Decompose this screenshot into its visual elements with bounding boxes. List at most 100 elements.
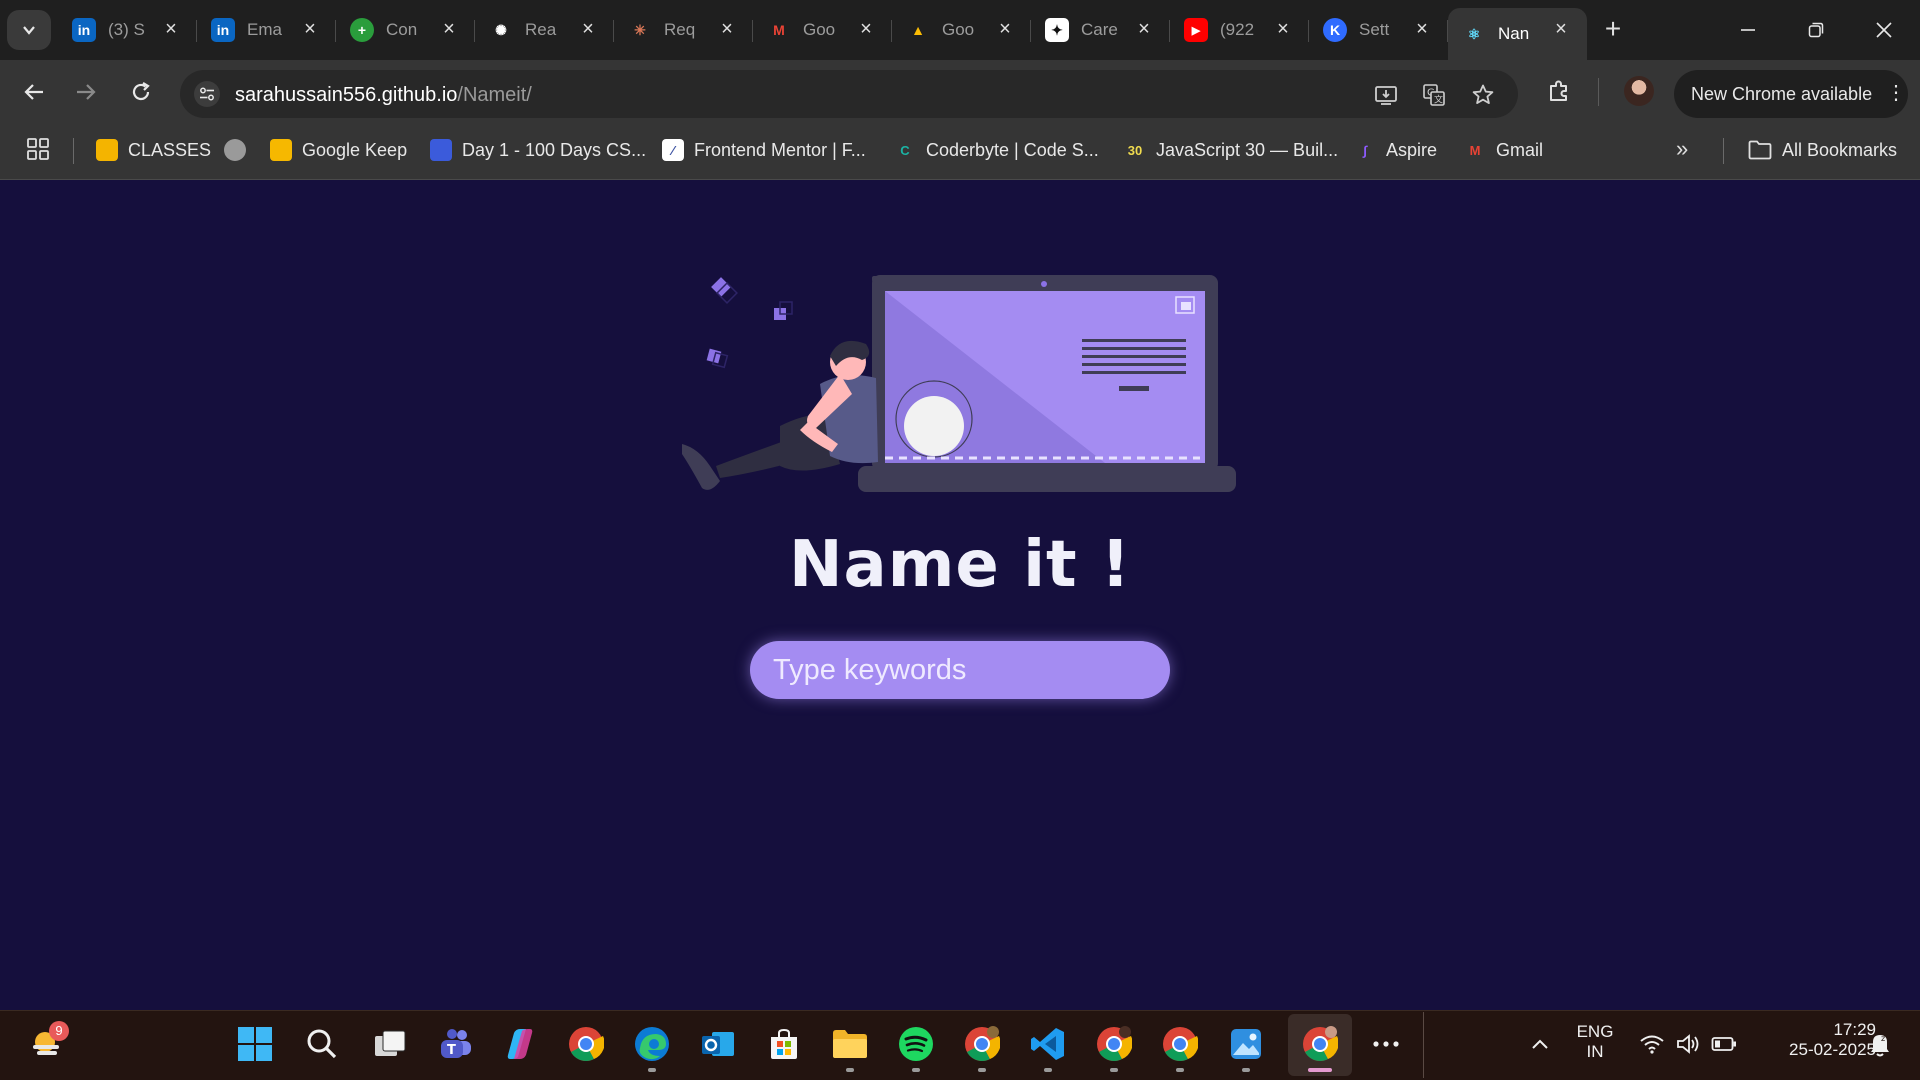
volume-icon[interactable] xyxy=(1668,1024,1708,1064)
site-info-icon[interactable] xyxy=(194,81,220,107)
course-icon xyxy=(430,139,452,161)
youtube-icon: ▶ xyxy=(1184,18,1208,42)
all-bookmarks-button[interactable]: All Bookmarks xyxy=(1748,137,1897,163)
tab[interactable]: ✦ Care × xyxy=(1031,8,1170,52)
apps-grid-icon[interactable] xyxy=(26,137,50,166)
address-bar[interactable]: sarahussain556.github.io/Nameit/ G文 xyxy=(180,70,1518,118)
running-indicator xyxy=(1110,1068,1118,1072)
tab[interactable]: ▶ (922 × xyxy=(1170,8,1309,52)
show-hidden-icons-button[interactable] xyxy=(1520,1024,1560,1064)
language-indicator[interactable]: ENG IN xyxy=(1572,1022,1618,1062)
outlook-app[interactable] xyxy=(698,1024,738,1064)
bookmark-item[interactable]: ∫ Aspire xyxy=(1354,137,1437,163)
chrome-profile-app[interactable] xyxy=(1094,1024,1134,1072)
close-tab-icon[interactable]: × xyxy=(1551,19,1571,39)
bookmark-item[interactable]: ⁄ Frontend Mentor | F... xyxy=(662,137,866,163)
vscode-icon xyxy=(1031,1028,1064,1060)
translate-icon[interactable]: G文 xyxy=(1421,82,1447,108)
bookmarks-divider xyxy=(1723,138,1724,164)
task-view-button[interactable] xyxy=(370,1024,410,1064)
chevron-up-icon xyxy=(1532,1039,1548,1049)
close-tab-icon[interactable]: × xyxy=(1134,19,1154,39)
bookmark-item[interactable]: C Coderbyte | Code S... xyxy=(894,137,1098,163)
kebab-menu-icon[interactable]: ⋮ xyxy=(1886,83,1906,105)
install-app-icon[interactable] xyxy=(1373,82,1399,108)
bookmark-item[interactable]: CLASSES xyxy=(96,137,211,163)
url-path: /Nameit/ xyxy=(457,84,532,106)
start-button[interactable] xyxy=(235,1024,275,1064)
microsoft-store-app[interactable] xyxy=(764,1024,804,1064)
close-tab-icon[interactable]: × xyxy=(1273,19,1293,39)
hero-illustration xyxy=(682,275,1236,492)
notification-bell-icon: z xyxy=(1871,1034,1889,1057)
tab[interactable]: ✺ Rea × xyxy=(475,8,614,52)
copilot-app[interactable] xyxy=(500,1024,540,1064)
tab-search-button[interactable] xyxy=(7,10,51,50)
close-window-button[interactable] xyxy=(1862,10,1906,50)
teams-app[interactable]: T xyxy=(435,1024,475,1064)
bookmark-item[interactable]: M Gmail xyxy=(1464,137,1543,163)
bookmark-item[interactable] xyxy=(224,137,256,163)
back-button[interactable] xyxy=(14,72,54,112)
browser-toolbar: sarahussain556.github.io/Nameit/ G文 New … xyxy=(0,60,1920,128)
more-apps-button[interactable] xyxy=(1366,1024,1406,1064)
close-tab-icon[interactable]: × xyxy=(439,19,459,39)
running-indicator xyxy=(978,1068,986,1072)
profile-avatar[interactable] xyxy=(1624,76,1654,106)
tab[interactable]: in Ema × xyxy=(197,8,336,52)
close-tab-icon[interactable]: × xyxy=(578,19,598,39)
reload-button[interactable] xyxy=(121,72,161,112)
photos-app[interactable] xyxy=(1226,1024,1266,1072)
plus-circle-icon: + xyxy=(350,18,374,42)
sparkle-icon: ✦ xyxy=(1045,18,1069,42)
search-button[interactable] xyxy=(302,1024,342,1064)
close-tab-icon[interactable]: × xyxy=(856,19,876,39)
tab[interactable]: in (3) S × xyxy=(58,8,197,52)
tab[interactable]: ▲ Goo × xyxy=(892,8,1031,52)
bookmark-item[interactable]: Day 1 - 100 Days CS... xyxy=(430,137,646,163)
notifications-button[interactable]: z xyxy=(1860,1024,1900,1064)
tab[interactable]: + Con × xyxy=(336,8,475,52)
battery-icon[interactable] xyxy=(1704,1024,1744,1064)
tab[interactable]: K Sett × xyxy=(1309,8,1448,52)
tab-title: Nan xyxy=(1498,24,1530,43)
bookmark-item[interactable]: Google Keep xyxy=(270,137,407,163)
bookmark-label: Aspire xyxy=(1386,139,1438,160)
chrome-icon xyxy=(1303,1026,1338,1061)
running-indicator xyxy=(912,1068,920,1072)
forward-button[interactable] xyxy=(66,72,106,112)
chrome-profile-app[interactable] xyxy=(962,1024,1002,1072)
bookmark-star-icon[interactable] xyxy=(1470,82,1496,108)
keyword-search-input[interactable] xyxy=(750,641,1170,699)
file-explorer-app[interactable] xyxy=(830,1024,870,1072)
bookmark-item[interactable]: 30 JavaScript 30 — Buil... xyxy=(1124,137,1338,163)
spotify-app[interactable] xyxy=(896,1024,936,1072)
coderbyte-icon: C xyxy=(900,142,910,158)
chrome-app[interactable] xyxy=(1160,1024,1200,1072)
minimize-button[interactable] xyxy=(1726,10,1770,50)
tab[interactable]: M Goo × xyxy=(753,8,892,52)
tab[interactable]: ✳ Req × xyxy=(614,8,753,52)
close-tab-icon[interactable]: × xyxy=(995,19,1015,39)
vscode-app[interactable] xyxy=(1028,1024,1068,1072)
update-chrome-button[interactable]: New Chrome available ⋮ xyxy=(1674,70,1908,118)
close-tab-icon[interactable]: × xyxy=(1412,19,1432,39)
chrome-active-app[interactable] xyxy=(1300,1024,1340,1072)
clock[interactable]: 17:29 25-02-2025 xyxy=(1756,1020,1876,1060)
close-tab-icon[interactable]: × xyxy=(717,19,737,39)
puzzle-icon xyxy=(1550,80,1567,101)
wifi-status-icon[interactable] xyxy=(1632,1024,1672,1064)
close-icon xyxy=(1876,22,1892,38)
extensions-button[interactable] xyxy=(1542,74,1576,108)
url-host: sarahussain556.github.io xyxy=(235,84,458,106)
tab-active[interactable]: ⚛ Nan × xyxy=(1448,8,1587,60)
more-bookmarks-icon[interactable]: » xyxy=(1676,136,1688,162)
chrome-app[interactable] xyxy=(566,1024,606,1064)
restore-button[interactable] xyxy=(1794,10,1838,50)
tab-title: Goo xyxy=(803,20,836,39)
edge-app[interactable] xyxy=(632,1024,672,1072)
new-tab-button[interactable]: + xyxy=(1597,14,1629,46)
close-tab-icon[interactable]: × xyxy=(300,19,320,39)
tab-title: Goo xyxy=(942,20,975,39)
close-tab-icon[interactable]: × xyxy=(161,19,181,39)
